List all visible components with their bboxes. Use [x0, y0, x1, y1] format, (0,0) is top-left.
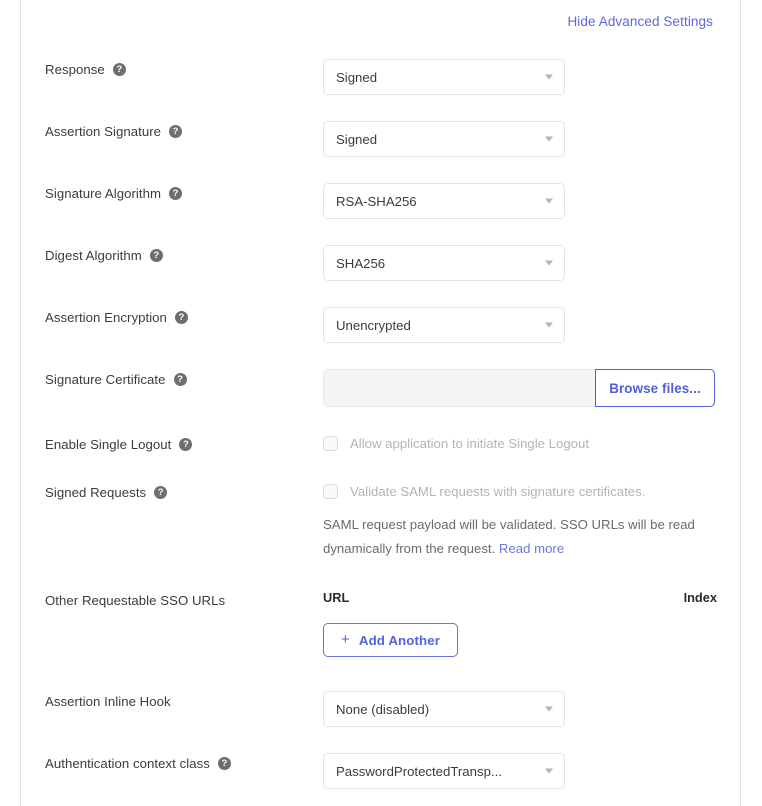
chevron-down-icon: [545, 768, 553, 774]
help-icon[interactable]: ?: [179, 438, 193, 451]
assertion-signature-label-group: Assertion Signature ?: [21, 121, 323, 139]
form-row-signature-certificate: Signature Certificate ? Browse files...: [21, 369, 740, 407]
other-sso-urls-label-group: Other Requestable SSO URLs: [21, 590, 323, 608]
signature-certificate-field: Browse files...: [323, 369, 740, 407]
digest-algorithm-select[interactable]: SHA256: [323, 245, 565, 281]
digest-algorithm-field: SHA256: [323, 245, 740, 281]
form-row-assertion-encryption: Assertion Encryption ? Unencrypted: [21, 307, 740, 343]
chevron-down-icon: [545, 136, 553, 142]
add-another-button[interactable]: + Add Another: [323, 623, 458, 657]
auth-context-class-select[interactable]: PasswordProtectedTransp...: [323, 753, 565, 789]
form-row-signed-requests: Signed Requests ? Validate SAML requests…: [21, 482, 740, 561]
enable-single-logout-checkbox-row: Allow application to initiate Single Log…: [323, 434, 740, 451]
signed-requests-label-group: Signed Requests ?: [21, 482, 323, 500]
column-header-index: Index: [683, 590, 717, 605]
assertion-inline-hook-label: Assertion Inline Hook: [45, 694, 171, 709]
advanced-settings-panel: Hide Advanced Settings Response ? Signed…: [20, 0, 741, 806]
signed-requests-checkbox-row: Validate SAML requests with signature ce…: [323, 482, 740, 499]
sso-urls-actions: + Add Another: [323, 623, 740, 657]
signature-certificate-input[interactable]: [323, 369, 595, 407]
help-icon[interactable]: ?: [112, 63, 126, 76]
response-label: Response: [45, 62, 105, 77]
form-row-response: Response ? Signed: [21, 59, 740, 95]
signature-algorithm-label-group: Signature Algorithm ?: [21, 183, 323, 201]
assertion-inline-hook-label-group: Assertion Inline Hook: [21, 691, 323, 709]
enable-single-logout-label-group: Enable Single Logout ?: [21, 434, 323, 452]
form-row-assertion-signature: Assertion Signature ? Signed: [21, 121, 740, 157]
digest-algorithm-select-value: SHA256: [336, 255, 386, 271]
file-upload-group: Browse files...: [323, 369, 715, 407]
auth-context-class-label-group: Authentication context class ?: [21, 753, 323, 771]
assertion-encryption-label-group: Assertion Encryption ?: [21, 307, 323, 325]
help-icon[interactable]: ?: [169, 187, 183, 200]
other-sso-urls-label: Other Requestable SSO URLs: [45, 593, 226, 608]
assertion-signature-select-value: Signed: [336, 131, 378, 147]
column-header-url: URL: [323, 590, 350, 605]
signature-algorithm-field: RSA-SHA256: [323, 183, 740, 219]
signature-algorithm-select[interactable]: RSA-SHA256: [323, 183, 565, 219]
chevron-down-icon: [545, 322, 553, 328]
form-row-digest-algorithm: Digest Algorithm ? SHA256: [21, 245, 740, 281]
enable-single-logout-field: Allow application to initiate Single Log…: [323, 434, 740, 451]
plus-icon: +: [341, 630, 350, 648]
advanced-settings-toggle-row: Hide Advanced Settings: [567, 14, 713, 29]
response-field: Signed: [323, 59, 740, 95]
signed-requests-field: Validate SAML requests with signature ce…: [323, 482, 740, 561]
help-icon[interactable]: ?: [149, 249, 163, 262]
hide-advanced-settings-link[interactable]: Hide Advanced Settings: [567, 14, 713, 29]
form-row-assertion-inline-hook: Assertion Inline Hook None (disabled): [21, 691, 740, 727]
form-row-other-requestable-sso-urls: Other Requestable SSO URLs URL Index + A…: [21, 590, 740, 657]
other-sso-urls-field: URL Index + Add Another: [323, 590, 740, 657]
chevron-down-icon: [545, 706, 553, 712]
form-row-authentication-context-class: Authentication context class ? PasswordP…: [21, 753, 740, 789]
enable-single-logout-checkbox[interactable]: [323, 436, 338, 451]
signed-requests-checkbox-label: Validate SAML requests with signature ce…: [350, 484, 646, 499]
form-row-signature-algorithm: Signature Algorithm ? RSA-SHA256: [21, 183, 740, 219]
assertion-inline-hook-select-value: None (disabled): [336, 701, 430, 717]
assertion-encryption-select-value: Unencrypted: [336, 317, 411, 333]
add-another-label: Add Another: [358, 632, 440, 648]
help-icon[interactable]: ?: [217, 757, 231, 770]
signed-requests-helper-text: SAML request payload will be validated. …: [323, 513, 715, 561]
browse-files-button[interactable]: Browse files...: [595, 369, 715, 407]
digest-algorithm-label-group: Digest Algorithm ?: [21, 245, 323, 263]
help-icon[interactable]: ?: [173, 373, 187, 386]
auth-context-class-select-value: PasswordProtectedTransp...: [336, 763, 502, 779]
assertion-signature-field: Signed: [323, 121, 740, 157]
signature-certificate-label-group: Signature Certificate ?: [21, 369, 323, 387]
assertion-signature-select[interactable]: Signed: [323, 121, 565, 157]
chevron-down-icon: [545, 260, 553, 266]
assertion-encryption-field: Unencrypted: [323, 307, 740, 343]
form-row-enable-single-logout: Enable Single Logout ? Allow application…: [21, 434, 740, 452]
chevron-down-icon: [545, 198, 553, 204]
assertion-signature-label: Assertion Signature: [45, 124, 162, 139]
signed-requests-label: Signed Requests: [45, 485, 147, 500]
read-more-link[interactable]: Read more: [499, 541, 564, 556]
assertion-inline-hook-select[interactable]: None (disabled): [323, 691, 565, 727]
assertion-inline-hook-field: None (disabled): [323, 691, 740, 727]
enable-single-logout-label: Enable Single Logout: [45, 437, 172, 452]
assertion-encryption-label: Assertion Encryption: [45, 310, 167, 325]
signature-algorithm-select-value: RSA-SHA256: [336, 193, 417, 209]
assertion-encryption-select[interactable]: Unencrypted: [323, 307, 565, 343]
signed-requests-checkbox[interactable]: [323, 484, 338, 499]
response-select-value: Signed: [336, 69, 378, 85]
digest-algorithm-label: Digest Algorithm: [45, 248, 142, 263]
auth-context-class-label: Authentication context class: [45, 756, 210, 771]
chevron-down-icon: [545, 74, 553, 80]
sso-urls-table-header: URL Index: [323, 590, 717, 605]
response-select[interactable]: Signed: [323, 59, 565, 95]
help-icon[interactable]: ?: [169, 125, 183, 138]
signature-certificate-label: Signature Certificate: [45, 372, 166, 387]
auth-context-class-field: PasswordProtectedTransp...: [323, 753, 740, 789]
response-label-group: Response ?: [21, 59, 323, 77]
help-icon[interactable]: ?: [154, 486, 168, 499]
signature-algorithm-label: Signature Algorithm: [45, 186, 162, 201]
enable-single-logout-checkbox-label: Allow application to initiate Single Log…: [350, 436, 589, 451]
help-icon[interactable]: ?: [174, 311, 188, 324]
